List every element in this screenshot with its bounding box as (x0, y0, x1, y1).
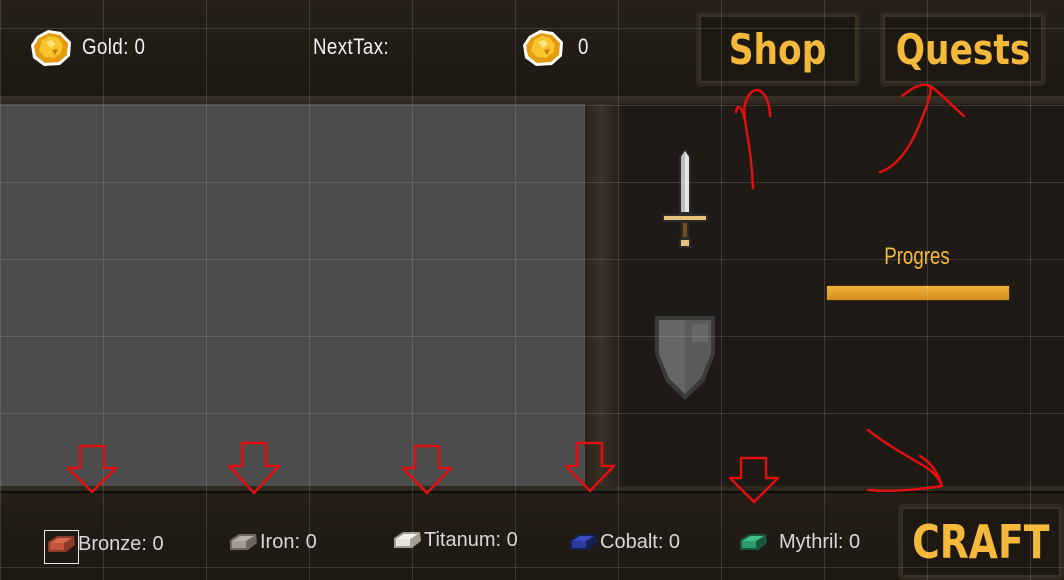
resource-iron: Iron: 0 (226, 524, 317, 560)
titanium-count: Titanum: 0 (424, 528, 518, 551)
quests-button-label: Quests (895, 24, 1031, 74)
progress-label: Progres (884, 243, 950, 270)
shop-button[interactable]: Shop (696, 12, 860, 86)
shield-icon[interactable] (652, 312, 718, 402)
panel-divider-pillar (585, 104, 621, 490)
quests-button[interactable]: Quests (880, 12, 1046, 86)
craft-button-label: CRAFT (912, 515, 1050, 569)
cobalt-ingot-icon (566, 531, 600, 553)
shop-button-label: Shop (729, 24, 827, 74)
gold-nugget-icon (28, 28, 74, 68)
bronze-count: Bronze: 0 (78, 532, 164, 555)
craft-button[interactable]: CRAFT (898, 504, 1064, 580)
resource-cobalt: Cobalt: 0 (566, 524, 680, 560)
sword-icon[interactable] (660, 146, 710, 250)
craft-progress-fill (827, 286, 1009, 300)
next-tax-label: NextTax: (313, 34, 390, 59)
bronze-ingot-icon (44, 533, 78, 555)
resource-mythril: Mythril: 0 (736, 524, 860, 560)
craft-progress-bar (826, 285, 1010, 301)
gold-nugget-icon (520, 28, 566, 68)
cobalt-count: Cobalt: 0 (600, 530, 681, 553)
play-area[interactable] (0, 104, 585, 489)
next-tax-value: 0 (578, 34, 589, 59)
resource-titanium: Titanum: 0 (390, 522, 518, 558)
mythril-count: Mythril: 0 (779, 530, 861, 553)
resource-bronze: Bronze: 0 (44, 526, 164, 562)
titanium-ingot-icon (390, 529, 424, 551)
iron-ingot-icon (226, 531, 260, 553)
iron-count: Iron: 0 (260, 530, 317, 553)
mythril-ingot-icon (736, 531, 770, 553)
gold-counter: Gold: 0 (82, 34, 146, 59)
